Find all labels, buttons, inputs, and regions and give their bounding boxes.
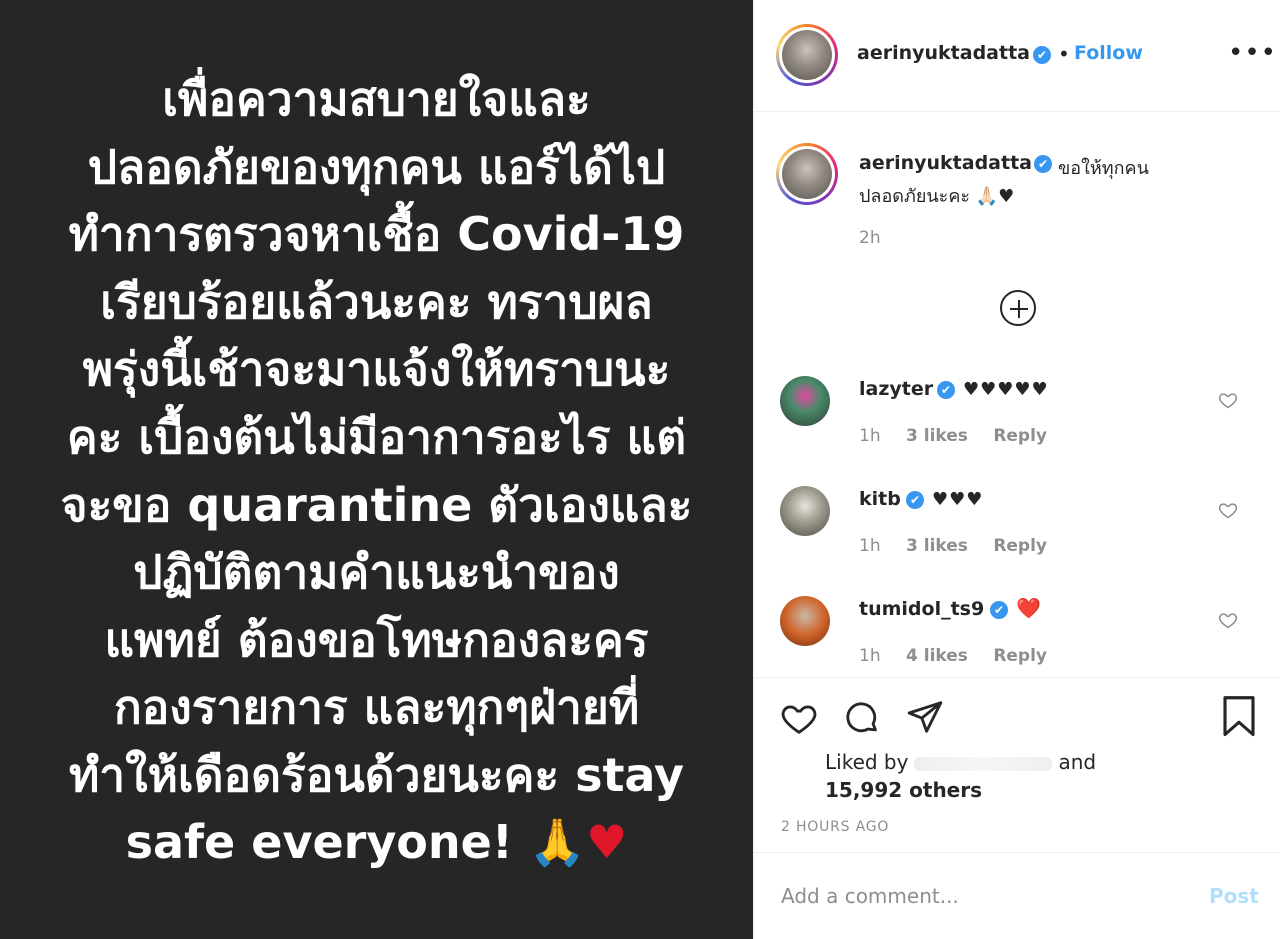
post-header: aerinyuktadatta ✔ • Follow ••• <box>754 0 1280 112</box>
likes-count[interactable]: 15,992 others <box>825 778 982 802</box>
liked-by-user-redacted[interactable] <box>914 756 1053 771</box>
image-text-line: พรุ่งนี้เช้าจะมาแจ้งให้ทราบนะ <box>82 342 671 397</box>
image-text-line: ปลอดภัยของทุกคน แอร์ได้ไป <box>87 139 666 194</box>
comment-username[interactable]: kitb <box>859 488 901 510</box>
image-text-line: ทำให้เดือดร้อนด้วยนะคะ stay <box>68 747 685 802</box>
comment-meta: 1h 3 likes Reply <box>859 536 1067 556</box>
reply-button[interactable]: Reply <box>993 536 1047 556</box>
reply-button[interactable]: Reply <box>993 426 1047 446</box>
verified-badge-icon: ✔ <box>1034 155 1052 173</box>
like-comment-icon[interactable] <box>1218 610 1238 630</box>
post-image[interactable]: เพื่อความสบายใจและ ปลอดภัยของทุกคน แอร์ไ… <box>0 0 753 939</box>
post-sidebar: aerinyuktadatta ✔ • Follow ••• aerinyukt… <box>753 0 1280 939</box>
comment-text: ❤️ <box>1016 596 1042 620</box>
comment-meta: 1h 3 likes Reply <box>859 426 1067 446</box>
praying-hands-icon: 🙏 <box>528 815 587 870</box>
load-more-comments-icon[interactable] <box>1000 290 1036 326</box>
verified-badge-icon: ✔ <box>1033 46 1051 64</box>
caption-avatar[interactable] <box>776 143 838 205</box>
reply-button[interactable]: Reply <box>993 646 1047 666</box>
commenter-avatar[interactable] <box>780 486 830 536</box>
like-comment-icon[interactable] <box>1218 390 1238 410</box>
commenter-avatar[interactable] <box>780 596 830 646</box>
caption-text: ขอให้ทุกคน <box>1058 158 1149 179</box>
separator-dot: • <box>1058 42 1070 66</box>
comment-likes[interactable]: 3 likes <box>906 536 968 556</box>
liked-by-and: and <box>1058 750 1097 774</box>
header-username[interactable]: aerinyuktadatta <box>857 42 1030 64</box>
add-comment-input[interactable]: Add a comment... <box>781 884 959 908</box>
profile-avatar[interactable] <box>776 24 838 86</box>
share-paper-plane-icon[interactable] <box>905 698 945 736</box>
caption-username[interactable]: aerinyuktadatta <box>859 152 1032 174</box>
post-comment-button[interactable]: Post <box>1209 884 1259 908</box>
verified-badge-icon: ✔ <box>906 491 924 509</box>
comment-bubble-icon[interactable] <box>842 699 882 737</box>
image-text-line: ปฏิบัติตามคำแนะนำของ <box>133 545 620 600</box>
image-text-line: ทำการตรวจหาเชื้อ Covid-19 <box>68 207 685 262</box>
liked-by-prefix: Liked by <box>825 750 909 774</box>
like-comment-icon[interactable] <box>1218 500 1238 520</box>
image-text-line: เพื่อความสบายใจและ <box>162 71 591 126</box>
comment-time[interactable]: 1h <box>859 426 881 446</box>
verified-badge-icon: ✔ <box>937 381 955 399</box>
comment-text: ♥♥♥♥♥ <box>963 379 1049 400</box>
comment-meta: 1h 4 likes Reply <box>859 646 1067 666</box>
comment-username[interactable]: tumidol_ts9 <box>859 598 984 620</box>
post-timestamp[interactable]: 2 HOURS AGO <box>781 819 889 835</box>
follow-button[interactable]: Follow <box>1074 42 1143 64</box>
comment-time[interactable]: 1h <box>859 536 881 556</box>
heart-icon: ♥ <box>586 815 628 870</box>
comment-text: ♥♥♥ <box>932 489 984 510</box>
image-text-line: แพทย์ ต้องขอโทษกองละคร <box>104 612 649 667</box>
post-actions: Liked by and 15,992 others 2 HOURS AGO <box>754 677 1280 853</box>
like-heart-icon[interactable] <box>779 699 819 737</box>
image-text-line: safe everyone! <box>125 815 513 870</box>
commenter-avatar[interactable] <box>780 376 830 426</box>
comment-likes[interactable]: 3 likes <box>906 426 968 446</box>
post-image-text: เพื่อความสบายใจและ ปลอดภัยของทุกคน แอร์ไ… <box>61 66 693 877</box>
comment-username[interactable]: lazyter <box>859 378 933 400</box>
caption-time[interactable]: 2h <box>859 228 881 248</box>
image-text-line: คะ เบื้องต้นไม่มีอาการอะไร แต่ <box>66 409 687 464</box>
image-text-line: กองรายการ และทุกๆฝ่ายที่ <box>113 680 640 735</box>
more-options-icon[interactable]: ••• <box>1228 38 1277 68</box>
caption-text: ปลอดภัยนะคะ 🙏🏻♥ <box>859 186 1015 207</box>
comment-likes[interactable]: 4 likes <box>906 646 968 666</box>
image-text-line: จะขอ quarantine ตัวเองและ <box>60 477 693 532</box>
bookmark-icon[interactable] <box>1221 696 1257 738</box>
comment-time[interactable]: 1h <box>859 646 881 666</box>
image-text-line: เรียบร้อยแล้วนะคะ ทราบผล <box>100 274 653 329</box>
liked-by: Liked by and 15,992 others <box>825 748 1096 804</box>
verified-badge-icon: ✔ <box>990 601 1008 619</box>
